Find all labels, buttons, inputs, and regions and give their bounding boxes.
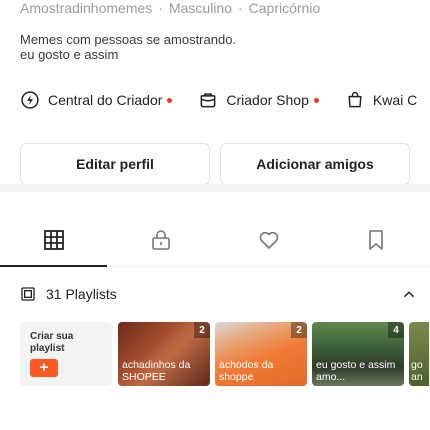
shopping-bag-icon: [348, 91, 362, 108]
playlist-video-count: 2: [291, 322, 307, 338]
kwai-shop-label: Kwai C: [372, 92, 418, 108]
profile-tag: Masculino: [168, 0, 232, 16]
bio-line: Memes com pessoas se amostrando.: [20, 32, 237, 47]
playlists-header[interactable]: 31 Playlists: [20, 284, 416, 304]
profile-tag: Capricórnio: [248, 0, 321, 16]
profile-tags: Amostradinhomemes · Masculino · Capricórnio: [20, 0, 320, 18]
tab-saved[interactable]: [322, 218, 429, 266]
tab-private[interactable]: [107, 218, 214, 266]
playlist-card[interactable]: go an: [409, 322, 429, 386]
profile-tabs: [0, 218, 430, 266]
creator-center-label: Central do Criador: [48, 92, 163, 108]
tab-likes[interactable]: [215, 218, 322, 266]
playlist-video-count: 2: [194, 322, 210, 338]
active-tab-indicator: [0, 265, 107, 267]
playlist-cards: Criar sua playlist + 2 achadinhos da SHO…: [20, 322, 429, 386]
playlist-title: achodos da shoppe: [219, 359, 274, 383]
tab-grid[interactable]: [0, 218, 107, 266]
tag-separator: ·: [237, 0, 243, 16]
playlist-video-count: 4: [388, 322, 404, 338]
create-playlist-card[interactable]: Criar sua playlist +: [20, 322, 112, 386]
create-playlist-label: Criar sua playlist: [30, 331, 74, 354]
bookmark-icon: [368, 230, 383, 250]
playlist-card[interactable]: 2 achadinhos da SHOPEE: [118, 322, 210, 386]
shop-bag-icon: [200, 93, 216, 108]
creator-center-link[interactable]: Central do Criador: [20, 90, 173, 110]
chevron-up-icon[interactable]: [402, 287, 416, 301]
playlist-card[interactable]: 4 eu gosto e assim amo...: [312, 322, 404, 386]
creator-center-icon: [21, 91, 39, 109]
playlist-title: achadinhos da SHOPEE: [122, 359, 191, 383]
notification-dot: [167, 97, 173, 103]
profile-tag: Amostradinhomemes: [20, 0, 153, 16]
lock-icon: [151, 230, 170, 250]
edit-profile-button[interactable]: Editar perfil: [20, 143, 210, 185]
section-divider: [0, 184, 430, 192]
create-playlist-button[interactable]: +: [30, 359, 58, 377]
playlist-title: go an: [411, 359, 423, 383]
profile-bio: Memes com pessoas se amostrando. eu gost…: [20, 32, 236, 62]
playlists-count: 31 Playlists: [46, 286, 117, 302]
profile-links: Central do Criador Criador Shop Kwai C: [20, 87, 430, 113]
bio-line: eu gosto e assim: [20, 47, 119, 62]
heart-icon: [259, 231, 278, 249]
creator-shop-label: Criador Shop: [226, 92, 309, 108]
add-friends-button[interactable]: Adicionar amigos: [220, 143, 410, 185]
notification-dot: [313, 97, 319, 103]
creator-shop-link[interactable]: Criador Shop: [198, 90, 319, 110]
kwai-shop-link[interactable]: Kwai C: [345, 90, 417, 110]
tag-separator: ·: [158, 0, 163, 16]
playlist-icon: [21, 287, 35, 301]
playlist-card[interactable]: 2 achodos da shoppe: [215, 322, 307, 386]
grid-icon: [43, 230, 64, 250]
playlist-title: eu gosto e assim amo...: [316, 359, 396, 383]
